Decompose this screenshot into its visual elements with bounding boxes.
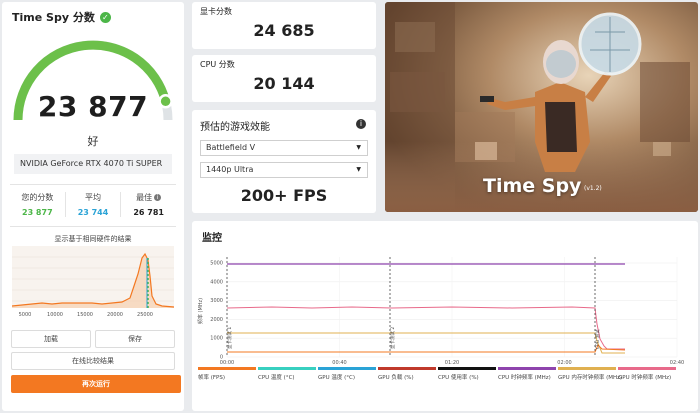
fps-line (227, 344, 626, 353)
legend-swatch (198, 367, 256, 370)
x-tick-label: 02:40 (670, 360, 684, 365)
game-select-value: Battlefield V (206, 143, 256, 152)
gpu-name-field: NVIDIA GeForce RTX 4070 Ti SUPER (14, 154, 172, 174)
benchmark-hero-image: Time Spy (v1.2) (385, 2, 698, 212)
gpu-memory-clock-line (227, 332, 625, 354)
legend-swatch (618, 367, 676, 370)
chevron-down-icon: ▼ (356, 166, 361, 173)
marker-label: CPU 测试 (594, 329, 601, 349)
legend-swatch (438, 367, 496, 370)
legend-swatch (318, 367, 376, 370)
histogram-caption: 显示基于相同硬件的结果 (54, 235, 132, 243)
y-tick-label: 4000 (210, 279, 223, 285)
preset-select-value: 1440p Ultra (206, 165, 254, 174)
gpu-score-card: 显卡分数 24 685 (192, 2, 376, 49)
cpu-score-card: CPU 分数 20 144 (192, 55, 376, 102)
info-icon[interactable]: i (356, 119, 366, 129)
histogram-tick-label: 20000 (107, 312, 123, 318)
score-summary-panel: Time Spy 分数 ✓ 23 877 好 NVIDIA GeForce RT… (2, 2, 184, 411)
stat-value: 26 781 (133, 208, 164, 217)
gpu-score-label: 显卡分数 (200, 7, 232, 16)
divider (10, 226, 176, 227)
y-axis-label: 频率 (MHz) (197, 298, 204, 324)
monitoring-panel: 监控 频率 (MHz) 0 1000 2000 3000 4000 5000 00:00 0… (192, 221, 698, 411)
score-rating: 好 (87, 135, 99, 148)
game-performance-title: 预估的游戏效能 (200, 122, 270, 133)
stat-your-score: 您的分数 23 877 (10, 192, 65, 217)
x-axis-ticks: 00:00 00:40 01:20 02:00 02:40 (220, 360, 684, 365)
gpu-score-value: 24 685 (253, 21, 315, 40)
y-tick-label: 5000 (210, 261, 223, 267)
score-histogram: 5000 10000 15000 20000 25000 (12, 246, 174, 318)
x-tick-label: 00:40 (332, 360, 346, 365)
x-tick-label: 01:20 (445, 360, 459, 365)
y-tick-label: 3000 (210, 298, 223, 304)
y-axis-ticks: 010002000300040005000 (210, 261, 223, 361)
x-tick-label: 02:00 (557, 360, 571, 365)
stat-best: 最佳 i 26 781 (121, 192, 176, 217)
overall-score: 23 877 (37, 90, 149, 123)
game-performance-card: 预估的游戏效能 i Battlefield V ▼ 1440p Ultra ▼ … (192, 110, 376, 213)
stat-average: 平均 23 744 (64, 192, 122, 217)
save-button[interactable]: 保存 (95, 330, 175, 348)
cpu-score-value: 20 144 (253, 74, 315, 93)
score-stats: 您的分数 23 877 平均 23 744 最佳 i 26 781 (10, 192, 176, 217)
estimated-fps: 200+ FPS (240, 186, 328, 205)
stat-value: 23 877 (22, 208, 53, 217)
stat-label: 平均 (85, 193, 101, 202)
check-icon: ✓ (99, 11, 111, 23)
load-button[interactable]: 加载 (11, 330, 91, 348)
chevron-down-icon: ▼ (356, 144, 361, 151)
legend-swatch (258, 367, 316, 370)
histogram-tick-label: 15000 (77, 312, 93, 318)
hero-version: (v1.2) (584, 185, 602, 192)
histogram-ticks: 5000 10000 15000 20000 25000 (19, 312, 153, 318)
histogram-tick-label: 5000 (19, 312, 32, 318)
run-again-button[interactable]: 再次运行 (11, 375, 181, 393)
stat-label: 您的分数 (21, 193, 54, 202)
marker-label: 显卡测试 2 (389, 327, 396, 349)
preset-select[interactable]: 1440p Ultra ▼ (200, 162, 368, 178)
y-tick-label: 2000 (210, 317, 223, 323)
legend-label: GPU 时钟频率 (MHz) (618, 375, 672, 381)
gpu-clock-line (226, 306, 625, 350)
legend-swatch (378, 367, 436, 370)
x-tick-label: 00:00 (220, 360, 234, 365)
stat-value: 23 744 (77, 208, 109, 217)
cpu-score-label: CPU 分数 (200, 60, 235, 69)
compare-online-button[interactable]: 在线比较结果 (11, 352, 175, 370)
info-icon[interactable]: i (154, 194, 162, 201)
legend-swatch (558, 367, 616, 370)
marker-label: 显卡测试 1 (226, 327, 233, 349)
legend-swatch (498, 367, 556, 370)
y-tick-label: 1000 (210, 336, 223, 342)
divider (10, 184, 176, 185)
stat-label: 最佳 (136, 193, 153, 202)
histogram-tick-label: 10000 (47, 312, 63, 318)
histogram-tick-label: 25000 (137, 312, 153, 318)
game-select[interactable]: Battlefield V ▼ (200, 140, 368, 156)
monitoring-chart: 频率 (MHz) 010002000300040005000 00:00 00:4… (197, 257, 684, 365)
monitoring-title: 监控 (202, 233, 222, 244)
hero-title: Time Spy (483, 175, 582, 197)
